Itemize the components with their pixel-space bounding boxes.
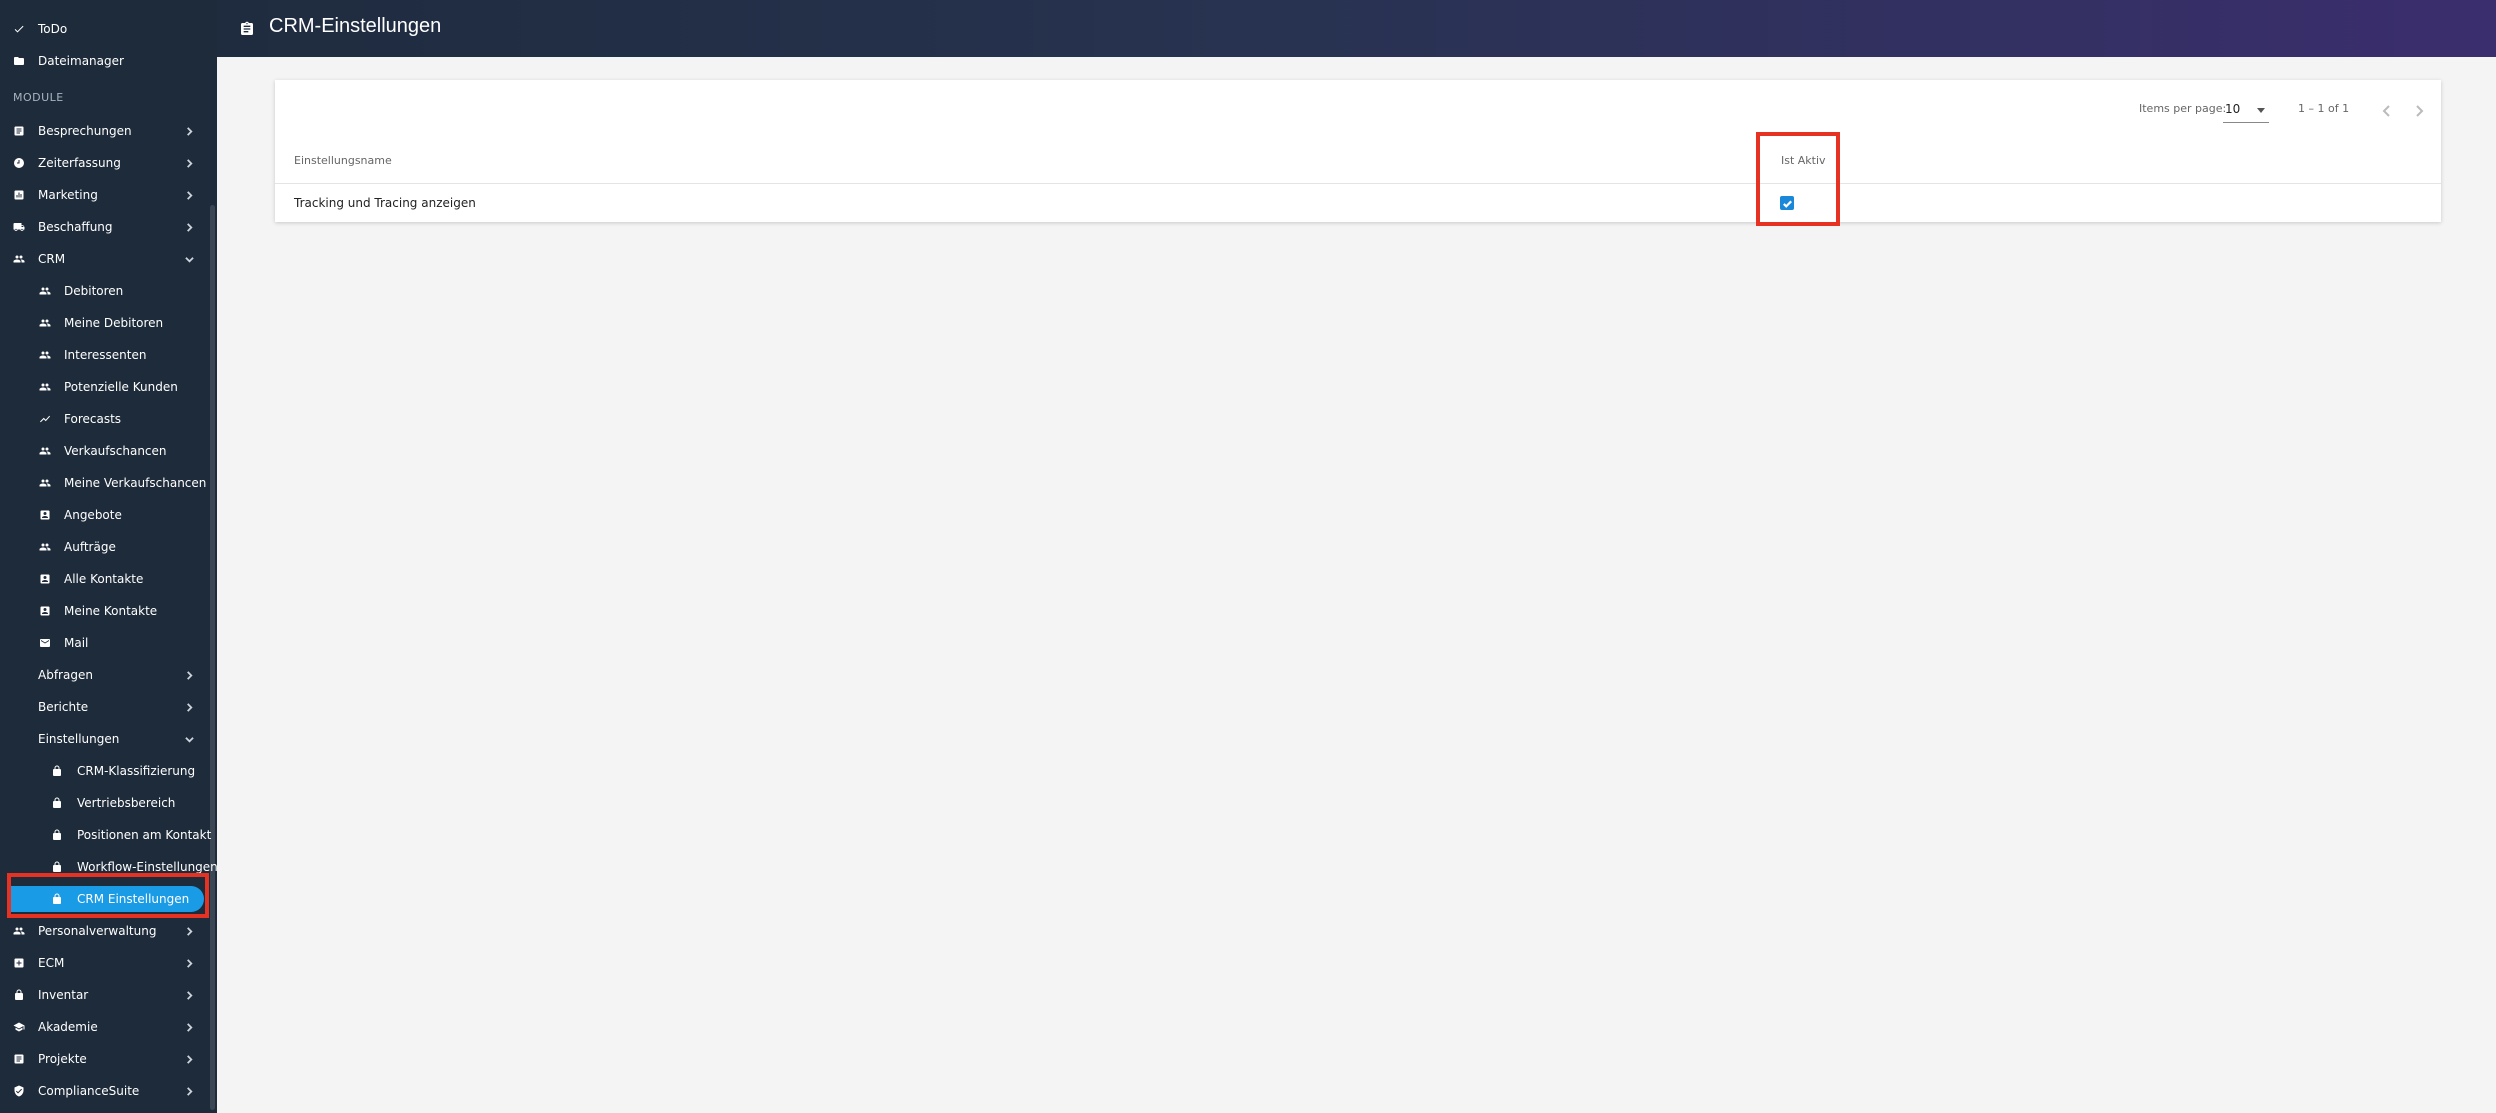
chevron-right-icon — [184, 126, 194, 136]
chevron-right-icon — [184, 1086, 194, 1096]
items-per-page-select[interactable]: 10 — [2223, 98, 2269, 123]
pagination-range: 1 – 1 of 1 — [2298, 102, 2350, 115]
sidebar-item-meine-verkaufschancen[interactable]: Meine Verkaufschancen — [0, 470, 210, 496]
chevron-down-icon — [184, 254, 194, 264]
sidebar-item-debitoren[interactable]: Debitoren — [0, 278, 210, 304]
sidebar-item-crm-klassifizierung[interactable]: CRM-Klassifizierung — [0, 758, 210, 784]
sidebar-item-besprechungen[interactable]: Besprechungen — [0, 118, 210, 144]
sidebar-item-positionen-am-kontakt[interactable]: Positionen am Kontakt — [0, 822, 211, 848]
chevron-right-icon — [184, 990, 194, 1000]
people-icon — [38, 444, 52, 458]
lock-icon — [50, 860, 64, 874]
sidebar-item-inventar[interactable]: Inventar — [0, 982, 210, 1008]
clock-icon — [12, 156, 26, 170]
chevron-right-icon — [184, 222, 194, 232]
chevron-right-icon — [184, 190, 194, 200]
lock-icon — [50, 796, 64, 810]
sidebar-item-projekte[interactable]: Projekte — [0, 1046, 210, 1072]
highlight-box-ist-aktiv — [1756, 132, 1840, 226]
sidebar-item-zeiterfassung[interactable]: Zeiterfassung — [0, 150, 210, 176]
people-icon — [12, 252, 26, 266]
sidebar-item-alle-kontakte[interactable]: Alle Kontakte — [0, 566, 210, 592]
meeting-icon — [12, 124, 26, 138]
chevron-left-icon — [2382, 105, 2390, 117]
sidebar-item-mail[interactable]: Mail — [0, 630, 210, 656]
people-icon — [38, 348, 52, 362]
sidebar-item-angebote[interactable]: Angebote — [0, 502, 210, 528]
sidebar-item-akademie[interactable]: Akademie — [0, 1014, 210, 1040]
settings-table-card: Items per page: 10 1 – 1 of 1 Einstellun… — [275, 80, 2441, 226]
table-row-divider — [275, 183, 2441, 184]
people-icon — [12, 924, 26, 938]
sidebar-item-potenzielle-kunden[interactable]: Potenzielle Kunden — [0, 374, 210, 400]
project-icon — [12, 1052, 26, 1066]
contact-card-icon — [38, 572, 52, 586]
previous-page-button[interactable] — [2381, 102, 2395, 117]
lock-icon — [50, 828, 64, 842]
sidebar-item-beschaffung[interactable]: Beschaffung — [0, 214, 210, 240]
dropdown-caret-icon — [2257, 108, 2265, 113]
sidebar-item-marketing[interactable]: Marketing — [0, 182, 210, 208]
chevron-right-icon — [2416, 105, 2424, 117]
chevron-right-icon — [184, 926, 194, 936]
people-icon — [38, 316, 52, 330]
lock-icon — [12, 988, 26, 1002]
sidebar-item-interessenten[interactable]: Interessenten — [0, 342, 210, 368]
sidebar-item-dateimanager[interactable]: Dateimanager — [0, 48, 210, 74]
chevron-right-icon — [184, 1022, 194, 1032]
chevron-down-icon — [184, 734, 194, 744]
truck-icon — [12, 220, 26, 234]
sidebar-item-vertriebsbereich[interactable]: Vertriebsbereich — [0, 790, 210, 816]
check-icon — [12, 22, 26, 36]
mail-icon — [38, 636, 52, 650]
sidebar-item-meine-kontakte[interactable]: Meine Kontakte — [0, 598, 210, 624]
shield-icon — [12, 1084, 26, 1098]
chevron-right-icon — [184, 1054, 194, 1064]
chevron-right-icon — [184, 702, 194, 712]
lock-icon — [50, 764, 64, 778]
sidebar-item-compliancesuite[interactable]: ComplianceSuite — [0, 1078, 210, 1104]
chevron-right-icon — [184, 958, 194, 968]
sidebar-item-verkaufschancen[interactable]: Verkaufschancen — [0, 438, 210, 464]
people-icon — [38, 284, 52, 298]
items-per-page-label: Items per page: — [2139, 102, 2227, 115]
sidebar-item-abfragen[interactable]: Abfragen — [0, 662, 210, 688]
sidebar-item-auftraege[interactable]: Aufträge — [0, 534, 210, 560]
chevron-right-icon — [184, 670, 194, 680]
sidebar-item-forecasts[interactable]: Forecasts — [0, 406, 210, 432]
trend-icon — [38, 412, 52, 426]
clipboard-icon — [239, 20, 255, 38]
sidebar-item-crm[interactable]: CRM — [0, 246, 210, 272]
ecm-icon — [12, 956, 26, 970]
sidebar-item-berichte[interactable]: Berichte — [0, 694, 210, 720]
next-page-button[interactable] — [2413, 102, 2427, 117]
page-header: CRM-Einstellungen — [217, 0, 2496, 57]
highlight-box-sidebar — [7, 873, 209, 918]
table-cell-setting-name: Tracking und Tracing anzeigen — [294, 196, 476, 210]
sidebar-item-meine-debitoren[interactable]: Meine Debitoren — [0, 310, 210, 336]
contact-card-icon — [38, 604, 52, 618]
sidebar: ToDo Dateimanager MODULE Besprechungen Z… — [0, 0, 217, 1113]
section-label-module: MODULE — [13, 91, 64, 104]
sidebar-scrollbar[interactable] — [210, 205, 215, 1110]
column-header-einstellungsname[interactable]: Einstellungsname — [294, 154, 392, 167]
folder-icon — [12, 54, 26, 68]
school-icon — [12, 1020, 26, 1034]
sidebar-item-einstellungen[interactable]: Einstellungen — [0, 726, 210, 752]
people-icon — [38, 380, 52, 394]
people-icon — [38, 476, 52, 490]
contact-card-icon — [38, 508, 52, 522]
page-title: CRM-Einstellungen — [269, 15, 442, 37]
sidebar-item-todo[interactable]: ToDo — [0, 16, 210, 42]
people-icon — [38, 540, 52, 554]
chevron-right-icon — [184, 158, 194, 168]
sidebar-item-personalverwaltung[interactable]: Personalverwaltung — [0, 918, 210, 944]
marketing-icon — [12, 188, 26, 202]
sidebar-item-ecm[interactable]: ECM — [0, 950, 210, 976]
